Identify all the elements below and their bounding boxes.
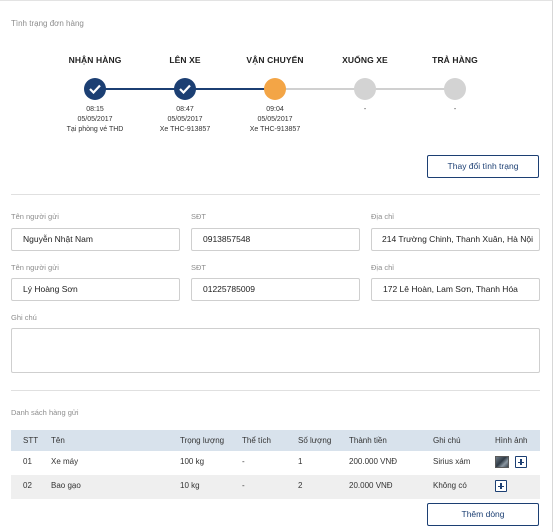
divider [11, 194, 540, 195]
col-header-quantity: Số lượng [298, 436, 332, 445]
col-header-stt: STT [23, 436, 39, 445]
cell-name: Xe máy [51, 457, 79, 466]
step-date: 05/05/2017 [77, 116, 113, 123]
sender-name-field[interactable]: Nguyễn Nhật Nam [11, 228, 180, 251]
cell-volume: - [242, 457, 245, 466]
status-step-load: LÊN XE 08:47 05/05/2017 Xe THC-913857 [140, 53, 230, 135]
step-note: Tại phòng vé THD [66, 126, 124, 133]
receiver-phone-field[interactable]: 01225785009 [191, 278, 360, 301]
cell-quantity: 1 [298, 457, 303, 466]
item-image-thumbnail[interactable] [495, 456, 509, 468]
order-status-heading: Tình trạng đơn hàng [11, 19, 84, 28]
check-icon [179, 84, 191, 94]
step-time: 09:04 [266, 106, 284, 113]
col-header-volume: Thể tích [242, 436, 271, 445]
cell-name: Bao gạo [51, 481, 81, 490]
status-tracker: NHẬN HÀNG 08:15 05/05/2017 Tại phòng vé … [40, 53, 510, 148]
step-title: XUỐNG XE [342, 55, 388, 65]
step-date: 05/05/2017 [167, 116, 203, 123]
table-header: STT Tên Trọng lượng Thể tích Số lượng Th… [11, 430, 540, 451]
cell-amount: 20.000 VNĐ [349, 481, 393, 490]
status-step-receive: NHẬN HÀNG 08:15 05/05/2017 Tại phòng vé … [50, 53, 140, 135]
step-pending-indicator [444, 78, 466, 100]
order-detail-panel: Tình trạng đơn hàng NHẬN HÀNG 08:15 05/0… [0, 0, 553, 532]
sender-phone-field[interactable]: 0913857548 [191, 228, 360, 251]
cell-note: Không có [433, 481, 467, 490]
cell-quantity: 2 [298, 481, 303, 490]
goods-list-heading: Danh sách hàng gửi [11, 408, 79, 417]
col-header-name: Tên [51, 436, 65, 445]
cell-note: Sirius xám [433, 457, 471, 466]
receiver-address-label: Địa chỉ [371, 263, 394, 272]
add-row-button[interactable]: Thêm dòng [427, 503, 539, 526]
add-image-icon[interactable] [515, 456, 527, 468]
step-time: - [453, 106, 457, 113]
step-note: Xe THC-913857 [159, 126, 211, 133]
note-label: Ghi chú [11, 313, 37, 322]
step-time: - [363, 106, 367, 113]
step-title: LÊN XE [169, 55, 201, 65]
col-header-image: Hình ảnh [495, 436, 528, 445]
sender-address-label: Địa chỉ [371, 212, 394, 221]
step-time: 08:15 [86, 106, 104, 113]
sender-name-label: Tên người gửi [11, 212, 59, 221]
step-done-indicator [84, 78, 106, 100]
divider [11, 390, 540, 391]
add-image-icon[interactable] [495, 480, 507, 492]
step-details: 08:15 05/05/2017 Tại phòng vé THD [50, 105, 140, 135]
change-status-button[interactable]: Thay đổi tình trạng [427, 155, 539, 178]
step-current-indicator [264, 78, 286, 100]
receiver-name-field[interactable]: Lý Hoàng Sơn [11, 278, 180, 301]
note-textarea[interactable] [11, 328, 540, 373]
table-row: 02 Bao gạo 10 kg - 2 20.000 VNĐ Không có [11, 475, 540, 499]
check-icon [89, 84, 101, 94]
step-done-indicator [174, 78, 196, 100]
cell-weight: 100 kg [180, 457, 205, 466]
step-date: 05/05/2017 [257, 116, 293, 123]
step-title: NHẬN HÀNG [68, 55, 122, 65]
status-step-unload: XUỐNG XE - [320, 53, 410, 115]
step-title: VẬN CHUYỂN [246, 55, 304, 65]
cell-stt: 01 [23, 457, 32, 466]
step-details: - [320, 105, 410, 115]
step-details: - [410, 105, 500, 115]
receiver-phone-label: SĐT [191, 263, 206, 272]
goods-table: STT Tên Trọng lượng Thể tích Số lượng Th… [11, 430, 540, 499]
sender-phone-label: SĐT [191, 212, 206, 221]
cell-stt: 02 [23, 481, 32, 490]
table-row: 01 Xe máy 100 kg - 1 200.000 VNĐ Sirius … [11, 451, 540, 475]
cell-amount: 200.000 VNĐ [349, 457, 398, 466]
cell-volume: - [242, 481, 245, 490]
step-details: 09:04 05/05/2017 Xe THC-913857 [230, 105, 320, 135]
status-step-transport: VẬN CHUYỂN 09:04 05/05/2017 Xe THC-91385… [230, 53, 320, 135]
receiver-name-label: Tên người gửi [11, 263, 59, 272]
step-note: Xe THC-913857 [249, 126, 301, 133]
step-details: 08:47 05/05/2017 Xe THC-913857 [140, 105, 230, 135]
step-title: TRẢ HÀNG [432, 55, 478, 65]
status-step-deliver: TRẢ HÀNG - [410, 53, 500, 115]
col-header-weight: Trọng lượng [180, 436, 225, 445]
col-header-amount: Thành tiền [349, 436, 387, 445]
step-time: 08:47 [176, 106, 194, 113]
col-header-note: Ghi chú [433, 436, 461, 445]
step-pending-indicator [354, 78, 376, 100]
sender-address-field[interactable]: 214 Trường Chinh, Thanh Xuân, Hà Nội [371, 228, 540, 251]
cell-weight: 10 kg [180, 481, 200, 490]
receiver-address-field[interactable]: 172 Lê Hoàn, Lam Sơn, Thanh Hóa [371, 278, 540, 301]
